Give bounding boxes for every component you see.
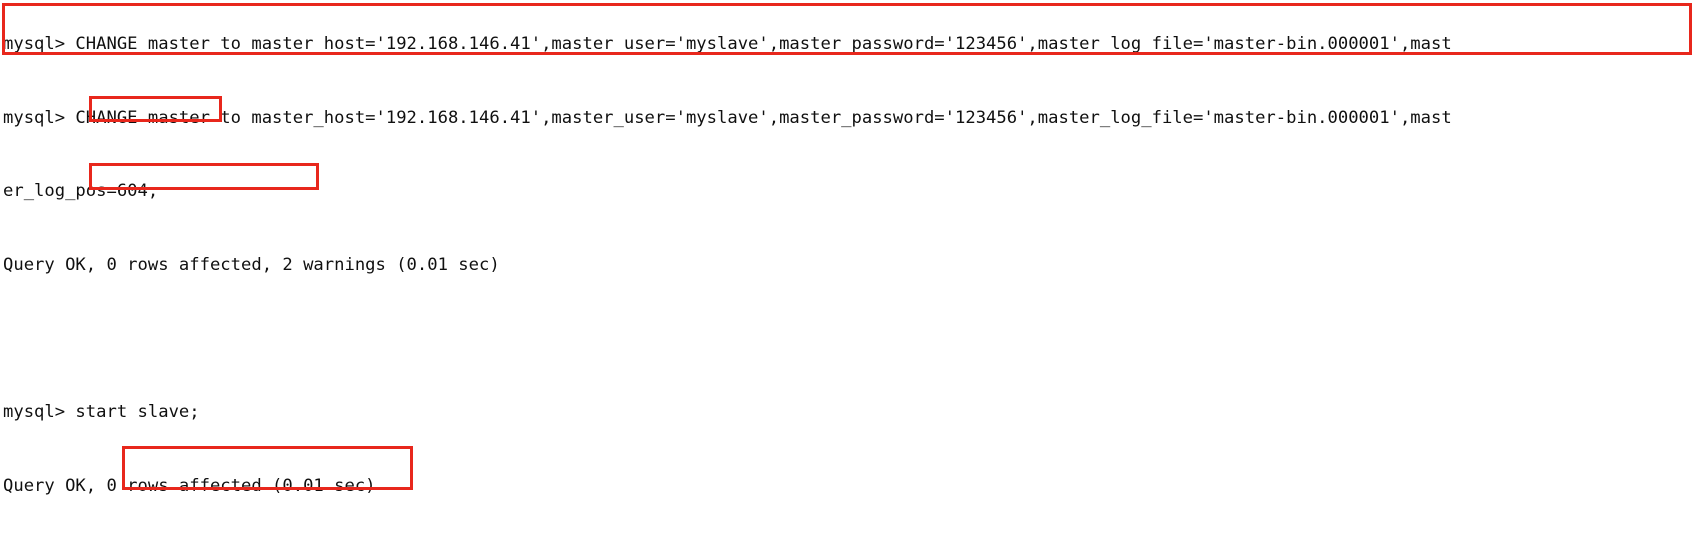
terminal-output[interactable]: mysql> CHANGE master to master_host='192… [0,0,1696,544]
terminal-line-start-slave: mysql> start slave; [3,402,200,423]
terminal-line-change-1: mysql> CHANGE master to master_host='192… [3,107,1452,128]
terminal-line-change-result: Query OK, 0 rows affected, 2 warnings (0… [3,255,500,276]
terminal-line-start-result: Query OK, 0 rows affected (0.01 sec) [3,475,376,496]
terminal-line-change-2: er_log_pos=604; [3,181,159,202]
terminal-screen: mysql> CHANGE master to master_host='192… [0,0,1696,544]
terminal-line-blank-1 [0,327,1696,352]
terminal-line-cut-top: mysql> CHANGE master to master_host='192… [3,34,1452,55]
